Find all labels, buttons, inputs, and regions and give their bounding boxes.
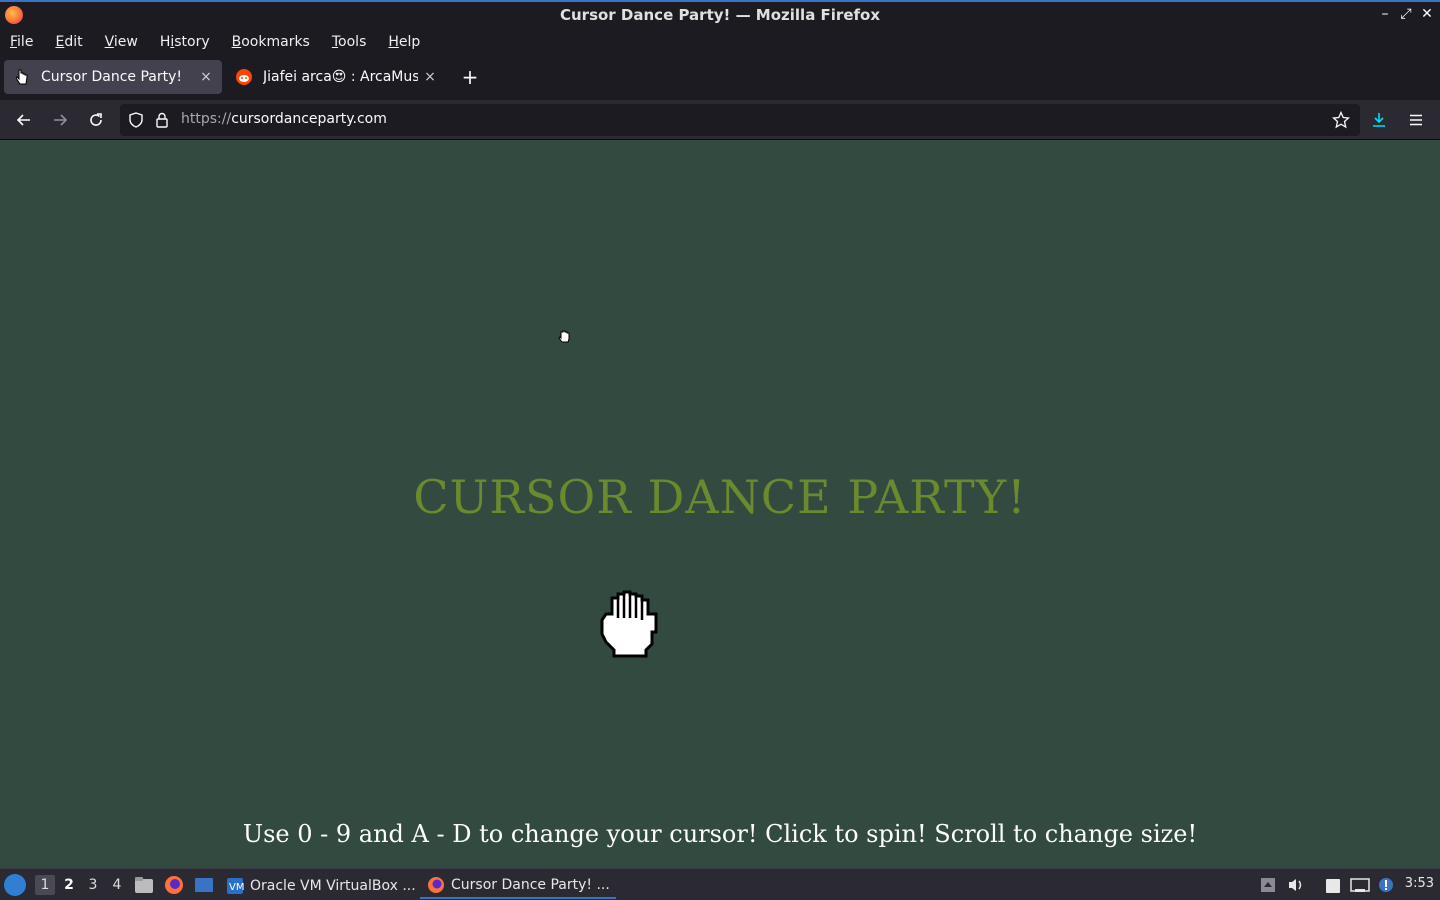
bookmark-star-icon[interactable] (1332, 111, 1350, 129)
clipboard-icon[interactable] (1323, 875, 1343, 895)
menu-help[interactable]: Help (388, 34, 420, 50)
tab-label: Jiafei arca😍 : ArcaMusic (263, 69, 418, 85)
url-bar[interactable]: https://cursordanceparty.com (120, 104, 1360, 136)
menu-bookmarks[interactable]: Bookmarks (232, 34, 310, 50)
tab-arcamusic[interactable]: Jiafei arca😍 : ArcaMusic × (226, 60, 446, 94)
tab-label: Cursor Dance Party! (41, 69, 182, 85)
forward-button[interactable] (48, 108, 72, 132)
page-heading: CURSOR DANCE PARTY! (413, 470, 1027, 524)
lock-icon[interactable] (155, 112, 169, 128)
reload-button[interactable] (84, 108, 108, 132)
window-title: Cursor Dance Party! — Mozilla Firefox (559, 6, 881, 24)
download-icon (1373, 113, 1385, 127)
svg-text:VM: VM (229, 882, 244, 893)
small-hand-cursor-icon (558, 330, 570, 343)
notification-icon[interactable] (1376, 875, 1396, 895)
menu-edit[interactable]: Edit (55, 34, 82, 50)
new-tab-button[interactable]: + (458, 66, 482, 90)
clock: 3:53 (1404, 876, 1434, 891)
grab-hand-cursor-icon (600, 590, 658, 658)
workspace-3[interactable]: 3 (83, 875, 103, 895)
firefox-icon (428, 876, 444, 893)
menu-file[interactable]: File (10, 34, 33, 50)
page-content[interactable]: CURSOR DANCE PARTY! Use 0 - 9 and A - D … (0, 140, 1440, 868)
file-manager-icon[interactable] (134, 875, 154, 895)
downloads-button[interactable] (1367, 108, 1391, 132)
hand-cursor-icon (14, 69, 30, 85)
tracking-shield-icon[interactable] (128, 112, 144, 128)
forward-arrow-icon (54, 114, 68, 126)
network-icon[interactable] (1350, 875, 1370, 895)
desktop-icon[interactable] (194, 875, 214, 895)
workspace-1[interactable]: 1 (35, 875, 55, 895)
tab-strip: Cursor Dance Party! × Jiafei arca😍 : Arc… (0, 54, 1440, 100)
title-bar: Cursor Dance Party! — Mozilla Firefox – … (0, 0, 1440, 29)
tab-close-icon[interactable]: × (194, 69, 218, 85)
back-arrow-icon (16, 114, 30, 126)
hamburger-menu-icon (1410, 114, 1422, 126)
back-button[interactable] (12, 108, 36, 132)
maximize-button[interactable]: ⤢ (1397, 6, 1415, 22)
minimize-button[interactable]: – (1376, 6, 1394, 22)
instructions-text: Use 0 - 9 and A - D to change your curso… (242, 820, 1198, 848)
taskbar: 1 2 3 4 VM Oracle VM VirtualBox ... Curs… (0, 868, 1440, 900)
task-virtualbox[interactable]: VM Oracle VM VirtualBox ... (226, 872, 416, 899)
tab-cursor-dance-party[interactable]: Cursor Dance Party! × (4, 60, 222, 94)
start-menu-icon[interactable] (4, 874, 26, 896)
tray-up-arrow-icon[interactable] (1258, 875, 1278, 895)
firefox-launcher-icon[interactable] (164, 875, 184, 895)
reddit-icon (236, 69, 252, 85)
virtualbox-icon: VM (227, 877, 244, 894)
task-firefox[interactable]: Cursor Dance Party! ... (420, 872, 616, 899)
close-button[interactable]: ✕ (1418, 6, 1436, 22)
reload-icon (90, 113, 102, 126)
navigation-bar: https://cursordanceparty.com (0, 100, 1440, 140)
volume-icon[interactable] (1286, 875, 1306, 895)
menu-tools[interactable]: Tools (332, 34, 367, 50)
menu-view[interactable]: View (105, 34, 138, 50)
menu-history[interactable]: History (160, 34, 210, 50)
url-text[interactable]: https://cursordanceparty.com (181, 111, 387, 127)
tab-close-icon[interactable]: × (418, 69, 442, 85)
app-menu-button[interactable] (1404, 108, 1428, 132)
menu-bar: File Edit View History Bookmarks Tools H… (0, 29, 1440, 54)
workspace-4[interactable]: 4 (107, 875, 127, 895)
workspace-2[interactable]: 2 (59, 875, 79, 895)
